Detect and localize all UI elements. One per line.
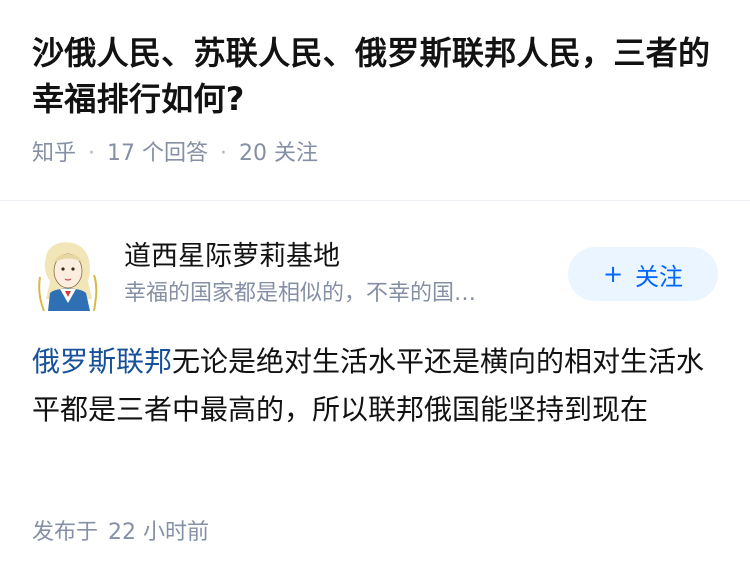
- plus-icon: +: [602, 260, 624, 288]
- source-label[interactable]: 知乎: [32, 140, 76, 168]
- publish-time: 发布于 22 小时前: [32, 518, 209, 548]
- avatar[interactable]: [32, 237, 106, 311]
- follower-count: 20 关注: [239, 141, 319, 166]
- author-bio: 幸福的国家都是相似的，不幸的国…: [124, 281, 477, 306]
- publish-time-value: 22 小时前: [108, 520, 210, 545]
- author-name[interactable]: 道西星际萝莉基地: [124, 239, 568, 275]
- answer-card: 道西星际萝莉基地 幸福的国家都是相似的，不幸的国… + 关注 俄罗斯联邦无论是绝…: [32, 234, 718, 434]
- avatar-illustration: [32, 237, 106, 311]
- follow-label: 关注: [635, 262, 684, 291]
- question-header: 沙俄人民、苏联人民、俄罗斯联邦人民，三者的幸福排行如何? 知乎 · 17 个回答…: [0, 0, 750, 168]
- meta-separator: ·: [88, 141, 96, 166]
- topic-link[interactable]: 俄罗斯联邦: [32, 345, 172, 378]
- question-title[interactable]: 沙俄人民、苏联人民、俄罗斯联邦人民，三者的幸福排行如何?: [32, 30, 716, 122]
- question-meta: 知乎 · 17 个回答 · 20 关注: [32, 140, 716, 168]
- answer-count[interactable]: 17 个回答: [107, 140, 208, 168]
- meta-separator: ·: [220, 141, 228, 166]
- follow-button[interactable]: + 关注: [568, 247, 718, 301]
- section-divider: [0, 200, 750, 201]
- author-info: 道西星际萝莉基地 幸福的国家都是相似的，不幸的国…: [124, 239, 568, 309]
- publish-label: 发布于: [32, 520, 99, 545]
- answer-content[interactable]: 俄罗斯联邦无论是绝对生活水平还是横向的相对生活水平都是三者中最高的，所以联邦俄国…: [32, 338, 718, 434]
- answer-page: 沙俄人民、苏联人民、俄罗斯联邦人民，三者的幸福排行如何? 知乎 · 17 个回答…: [0, 0, 750, 586]
- author-row: 道西星际萝莉基地 幸福的国家都是相似的，不幸的国… + 关注: [32, 234, 718, 314]
